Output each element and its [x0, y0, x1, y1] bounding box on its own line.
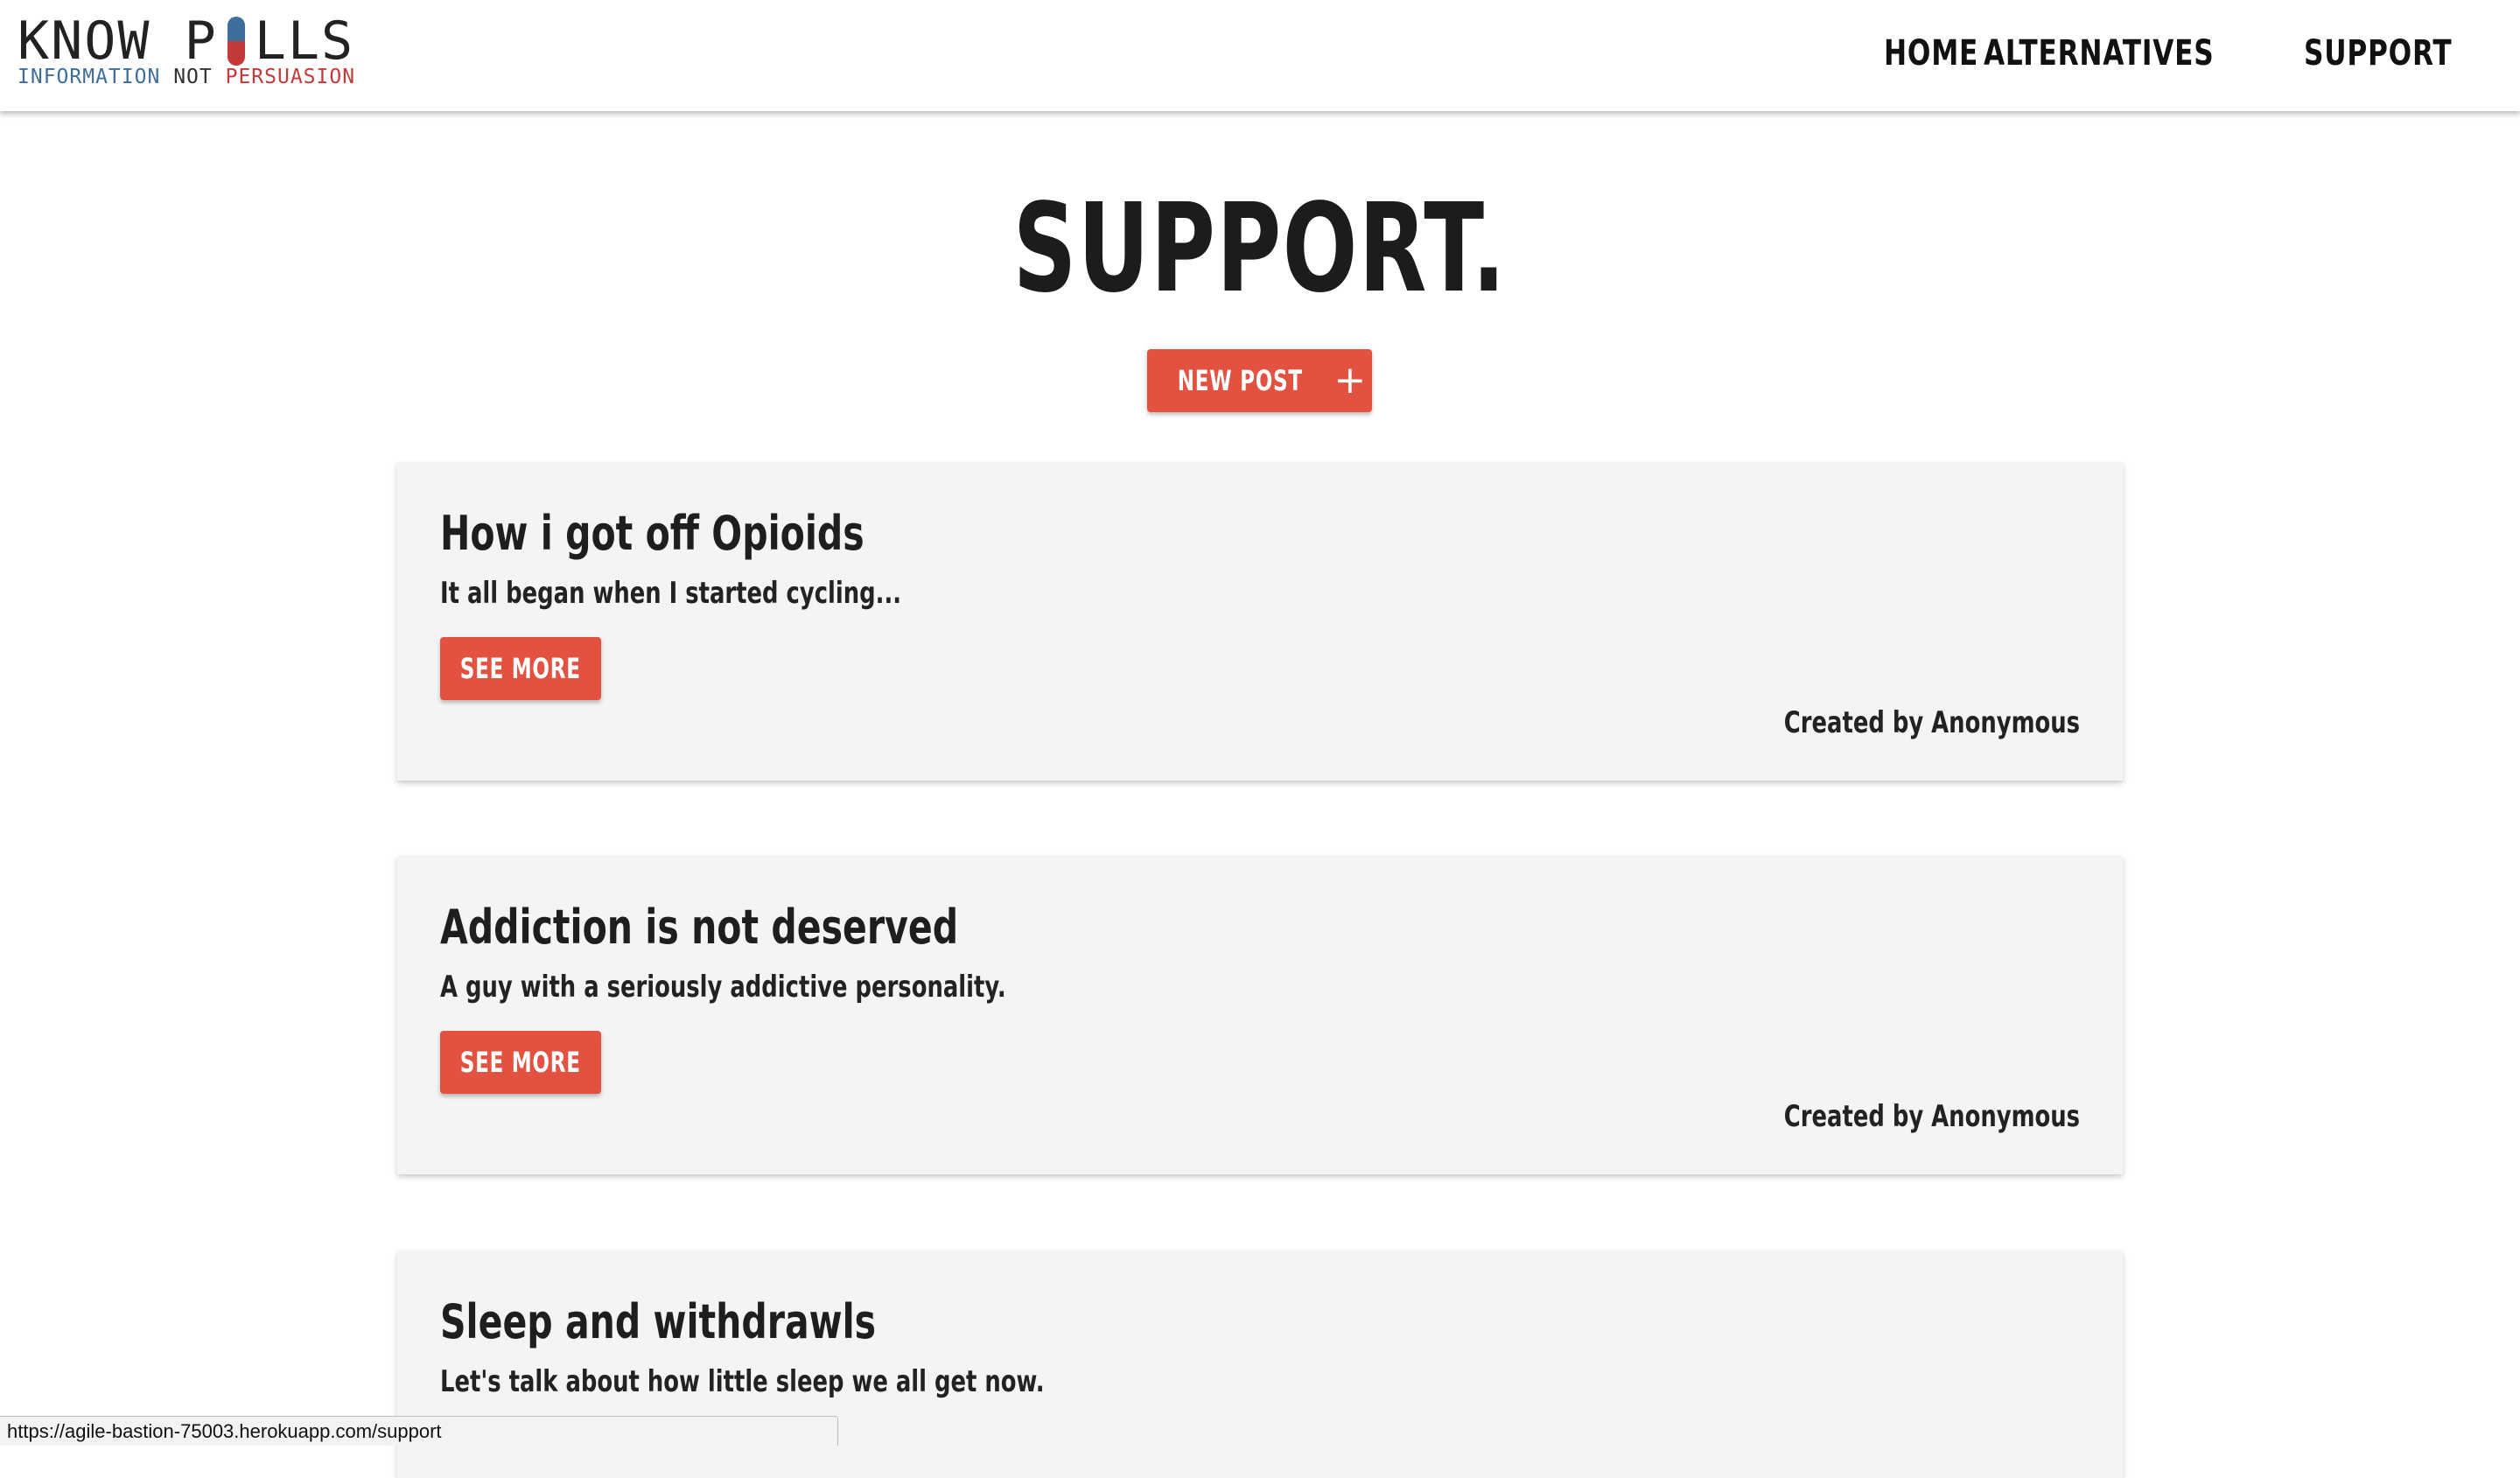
- post-title: How i got off Opioids: [440, 506, 864, 561]
- page-title-text: SUPPORT.: [1012, 178, 1508, 320]
- see-more-button[interactable]: SEE MORE: [440, 637, 601, 700]
- post-title: Addiction is not deserved: [440, 900, 959, 955]
- site-header: KNOW P LLS INFORMATION NOT PERSUASION HOM…: [0, 0, 2520, 111]
- post-card: Addiction is not deserved A guy with a s…: [397, 856, 2123, 1174]
- post-summary: Let's talk about how little sleep we all…: [440, 1364, 1045, 1399]
- post-title: Sleep and withdrawls: [440, 1294, 877, 1349]
- post-card: How i got off Opioids It all began when …: [397, 462, 2123, 781]
- nav-home[interactable]: HOME: [1884, 33, 1978, 74]
- see-more-label: SEE MORE: [460, 652, 581, 685]
- post-summary: It all began when I started cycling...: [440, 576, 902, 611]
- logo-title-right: LLS: [254, 11, 355, 72]
- pill-icon: [227, 17, 245, 66]
- new-post-button[interactable]: NEW POST +: [1147, 349, 1372, 412]
- logo-title: KNOW P LLS: [18, 12, 355, 70]
- site-logo[interactable]: KNOW P LLS INFORMATION NOT PERSUASION: [18, 12, 355, 88]
- logo-title-left: KNOW P: [18, 11, 218, 72]
- post-summary: A guy with a seriously addictive persona…: [440, 970, 1006, 1005]
- post-author: Created by Anonymous: [1783, 1099, 2080, 1134]
- nav-alternatives[interactable]: ALTERNATIVES: [1984, 33, 2215, 74]
- nav-support[interactable]: SUPPORT: [2304, 33, 2452, 74]
- plus-icon: +: [1334, 358, 1367, 403]
- page-title: SUPPORT.: [0, 184, 2520, 315]
- see-more-button[interactable]: SEE MORE: [440, 1031, 601, 1094]
- post-author: Created by Anonymous: [1783, 705, 2080, 740]
- new-post-label: NEW POST: [1177, 364, 1303, 397]
- see-more-label: SEE MORE: [460, 1046, 581, 1079]
- status-bar-url: https://agile-bastion-75003.herokuapp.co…: [0, 1416, 838, 1446]
